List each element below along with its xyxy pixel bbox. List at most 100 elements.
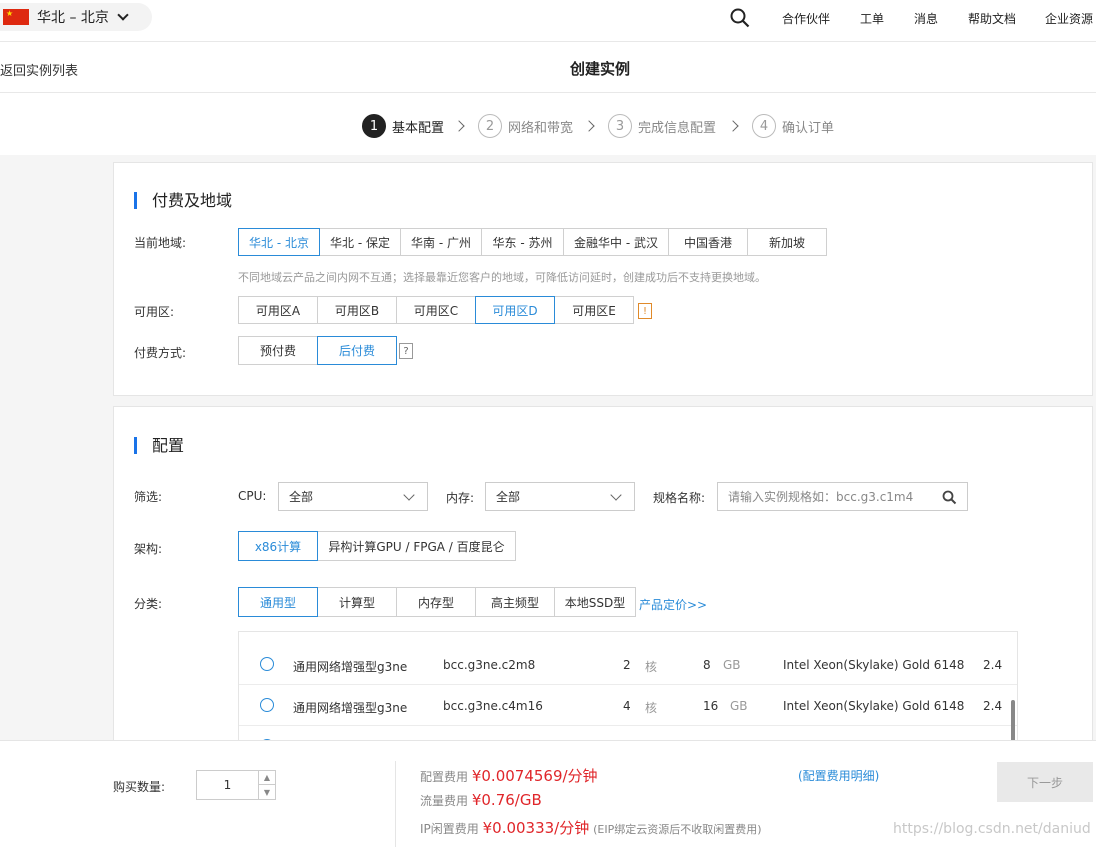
row-family: 通用网络增强型g3ne	[293, 701, 408, 715]
chevron-right-icon	[727, 120, 739, 132]
idle-ip-fee-label: IP闲置费用	[420, 822, 479, 836]
watermark: https://blog.csdn.net/daniud	[893, 821, 1091, 837]
fee-details-link[interactable]: (配置费用明细)	[798, 767, 879, 784]
arch-tab-x86[interactable]: x86计算	[238, 531, 318, 561]
top-bar: 华北 – 北京 合作伙伴 工单 消息 帮助文档 企业资源	[0, 0, 1096, 42]
row-radio[interactable]	[260, 698, 274, 712]
category-tab-high-frequency[interactable]: 高主频型	[475, 587, 555, 617]
idle-ip-fee-price: ¥0.00333/分钟	[482, 819, 590, 837]
quantity-stepper[interactable]: 1 ▲ ▼	[196, 770, 276, 800]
zone-tab-c[interactable]: 可用区C	[396, 296, 476, 324]
region-tab-suzhou[interactable]: 华东 - 苏州	[481, 228, 564, 256]
table-scrollbar[interactable]	[1011, 700, 1015, 742]
prepaid-tab[interactable]: 预付费	[238, 336, 318, 365]
search-icon[interactable]	[730, 8, 750, 28]
table-row[interactable]: 通用网络增强型g3ne bcc.g3ne.c4m16 4 核 16 GB Int…	[239, 685, 1017, 726]
step-4: 4 确认订单	[752, 114, 834, 138]
table-row[interactable]	[239, 726, 1017, 740]
zone-tab-d[interactable]: 可用区D	[475, 296, 555, 324]
cpu-label: CPU:	[238, 489, 267, 503]
increment-icon[interactable]: ▲	[258, 771, 275, 785]
section-title-config: 配置	[134, 437, 184, 454]
quantity-value[interactable]: 1	[197, 771, 258, 799]
region-tab-singapore[interactable]: 新加坡	[747, 228, 827, 256]
row-cpu: 4	[623, 699, 631, 713]
zone-tab-b[interactable]: 可用区B	[317, 296, 397, 324]
payment-label: 付费方式:	[134, 346, 187, 360]
step-indicator: 1 基本配置 2 网络和带宽 3 完成信息配置 4 确认订单	[0, 93, 1096, 155]
category-tab-memory[interactable]: 内存型	[396, 587, 476, 617]
region-tab-beijing[interactable]: 华北 - 北京	[238, 228, 320, 256]
nav-messages[interactable]: 消息	[914, 10, 938, 27]
payment-help-icon[interactable]: ?	[399, 343, 413, 359]
nav-help-docs[interactable]: 帮助文档	[968, 10, 1016, 27]
traffic-fee-price: ¥0.76/GB	[471, 791, 542, 809]
postpaid-tab[interactable]: 后付费	[317, 336, 397, 365]
chevron-down-icon	[117, 9, 129, 21]
spec-search-placeholder: 请输入实例规格如：bcc.g3.c1m4	[728, 490, 914, 504]
filter-label: 筛选:	[134, 490, 163, 504]
chevron-down-icon	[403, 489, 415, 501]
quantity-label: 购买数量:	[113, 780, 166, 794]
divider	[395, 761, 396, 847]
region-tab-wuhan[interactable]: 金融华中 - 武汉	[563, 228, 669, 256]
config-fee: 配置费用 ¥0.0074569/分钟	[420, 765, 598, 786]
china-flag-icon	[3, 9, 29, 25]
row-spec: bcc.g3ne.c2m8	[443, 658, 536, 672]
spec-search-input[interactable]: 请输入实例规格如：bcc.g3.c1m4	[717, 482, 968, 511]
idle-ip-fee: IP闲置费用 ¥0.00333/分钟 (EIP绑定云资源后不收取闲置费用)	[420, 817, 762, 838]
instance-spec-table: 通用网络增强型g3ne bcc.g3ne.c2m8 2 核 8 GB Intel…	[238, 631, 1018, 741]
order-footer: 购买数量: 1 ▲ ▼ 配置费用 ¥0.0074569/分钟 (配置费用明细) …	[0, 740, 1096, 847]
region-tab-guangzhou[interactable]: 华南 - 广州	[400, 228, 482, 256]
row-processor: Intel Xeon(Skylake) Gold 6148	[783, 699, 965, 713]
memory-select[interactable]: 全部	[485, 482, 635, 511]
section-title-billing: 付费及地域	[134, 192, 232, 209]
chevron-right-icon	[453, 120, 465, 132]
sub-header: 返回实例列表 创建实例	[0, 42, 1096, 93]
page-title: 创建实例	[570, 60, 631, 78]
nav-partners[interactable]: 合作伙伴	[782, 10, 830, 27]
step-label: 网络和带宽	[508, 120, 574, 136]
region-tab-baoding[interactable]: 华北 - 保定	[319, 228, 401, 256]
region-hint: 不同地域云产品之间内网不互通；选择最靠近您客户的地域，可降低访问延时，创建成功后…	[238, 271, 766, 284]
row-memory-unit: GB	[730, 699, 748, 713]
row-cpu-unit: 核	[645, 660, 658, 674]
nav-tickets[interactable]: 工单	[860, 10, 884, 27]
category-tab-compute[interactable]: 计算型	[317, 587, 397, 617]
row-radio[interactable]	[260, 657, 274, 671]
row-cpu-unit: 核	[645, 701, 658, 715]
row-family: 通用网络增强型g3ne	[293, 660, 408, 674]
traffic-fee-label: 流量费用	[420, 794, 469, 808]
back-to-instance-list-link[interactable]: 返回实例列表	[0, 60, 78, 79]
config-fee-price: ¥0.0074569/分钟	[471, 767, 598, 785]
row-spec: bcc.g3ne.c4m16	[443, 699, 543, 713]
category-label: 分类:	[134, 597, 163, 611]
zone-label: 可用区:	[134, 305, 175, 319]
architecture-tabs: x86计算 异构计算GPU / FPGA / 百度昆仑	[238, 531, 516, 561]
step-2: 2 网络和带宽	[478, 114, 573, 138]
category-tab-local-ssd[interactable]: 本地SSD型	[554, 587, 636, 617]
cpu-select[interactable]: 全部	[278, 482, 428, 511]
table-row[interactable]: 通用网络增强型g3ne bcc.g3ne.c2m8 2 核 8 GB Intel…	[239, 644, 1017, 685]
step-label: 完成信息配置	[638, 120, 717, 136]
zone-tab-e[interactable]: 可用区E	[554, 296, 634, 324]
row-memory: 16	[703, 699, 719, 713]
region-switcher[interactable]: 华北 – 北京	[0, 3, 152, 31]
row-memory-unit: GB	[723, 658, 741, 672]
nav-enterprise-resources[interactable]: 企业资源	[1045, 10, 1093, 27]
chevron-right-icon	[583, 120, 595, 132]
next-step-button[interactable]: 下一步	[997, 762, 1093, 802]
product-pricing-link[interactable]: 产品定价>>	[639, 596, 707, 613]
cpu-select-value: 全部	[289, 490, 314, 504]
zone-tab-a[interactable]: 可用区A	[238, 296, 318, 324]
step-number: 2	[478, 114, 502, 138]
arch-tab-heterogeneous[interactable]: 异构计算GPU / FPGA / 百度昆仑	[317, 531, 516, 561]
idle-ip-fee-note: (EIP绑定云资源后不收取闲置费用)	[593, 823, 762, 836]
region-tab-hongkong[interactable]: 中国香港	[668, 228, 748, 256]
step-3: 3 完成信息配置	[608, 114, 716, 138]
memory-select-value: 全部	[496, 490, 521, 504]
search-icon[interactable]	[942, 490, 957, 505]
zone-warning-icon[interactable]: !	[638, 303, 652, 319]
category-tab-general[interactable]: 通用型	[238, 587, 318, 617]
decrement-icon[interactable]: ▼	[258, 785, 275, 799]
